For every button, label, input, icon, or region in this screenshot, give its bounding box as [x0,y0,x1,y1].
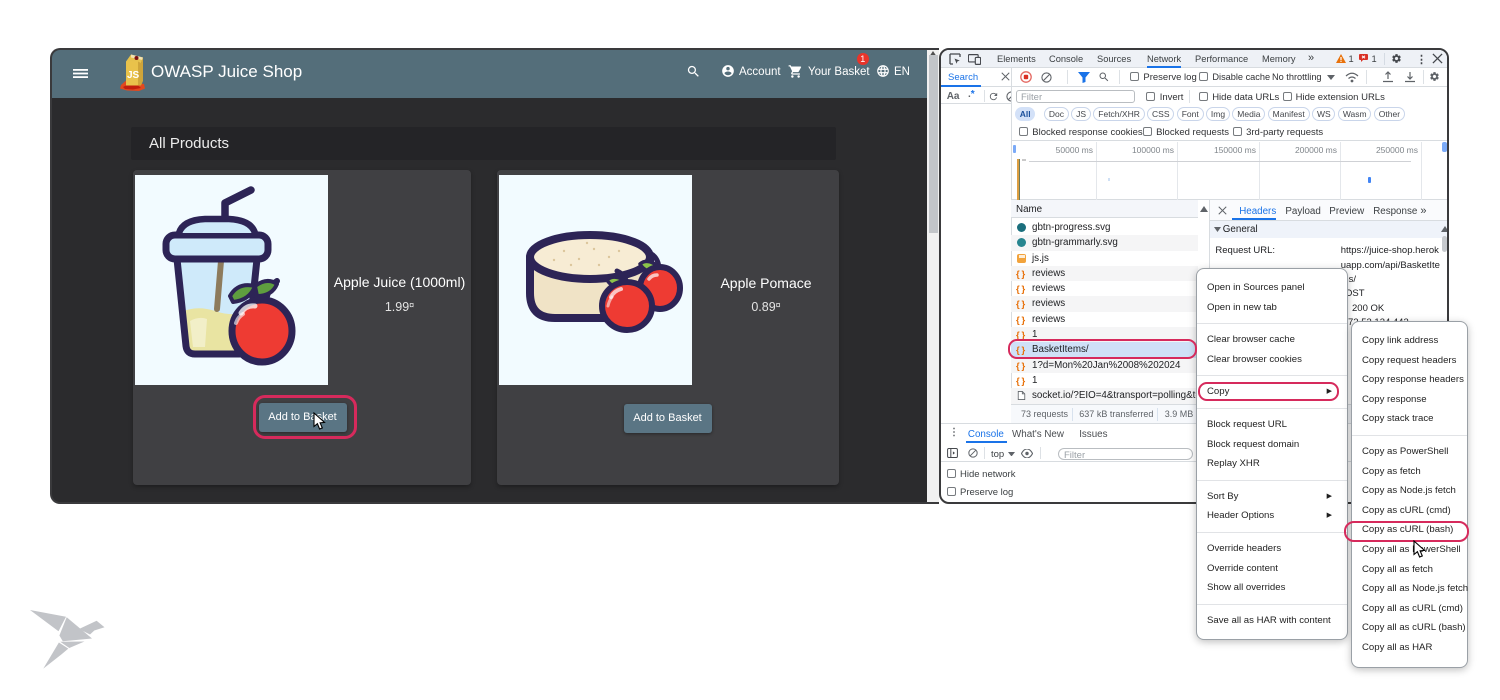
svg-text:JS: JS [127,70,140,81]
